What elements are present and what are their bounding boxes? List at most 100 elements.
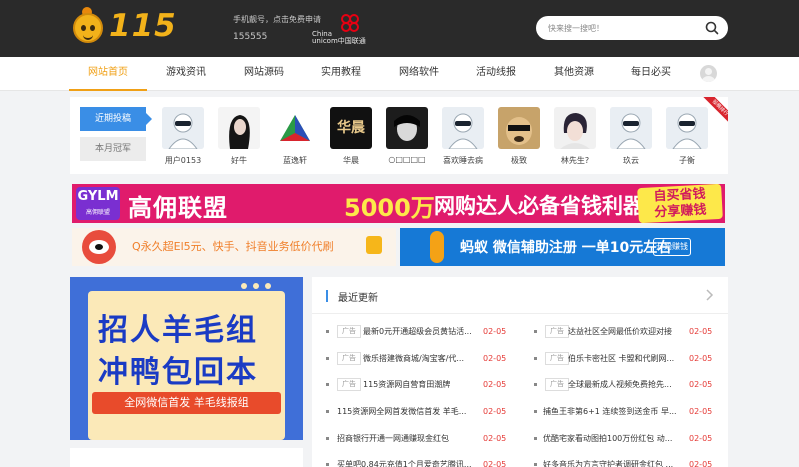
nav-item-daily-buy[interactable]: 每日必买: [612, 57, 690, 91]
item-date: 02-05: [483, 407, 507, 416]
qq-penguin-icon: [82, 230, 116, 264]
search-input[interactable]: [548, 20, 698, 36]
list-item[interactable]: 广告 伯乐卡密社区 卡盟和代刷网... 02-05: [534, 352, 724, 366]
item-title[interactable]: 好多音乐为方言守护者调研金红包 ...: [543, 458, 686, 467]
nav-item-game-news[interactable]: 游戏资讯: [147, 57, 225, 91]
start-earning-button[interactable]: 开始赚钱: [653, 238, 691, 256]
contributors-panel: 近期投稿 本月冠军 用户0153 好牛 蓝逸轩 华晨 华晨 ○□□□□ 喜欢睡去…: [70, 97, 728, 174]
ad-tag: 广告: [337, 325, 361, 338]
ant-ad-text: 蚂蚁 微信辅助注册 一单10元左右: [460, 240, 672, 256]
item-date: 02-05: [689, 407, 713, 416]
member-name: 子衡: [679, 156, 695, 165]
item-title[interactable]: 捕鱼王非第6+1 连续签到送金币 早...: [543, 405, 686, 418]
list-item[interactable]: 115资源网全网首发微信首发 羊毛... 02-05: [326, 405, 526, 419]
nav-item-home[interactable]: 网站首页: [69, 57, 147, 91]
ad-tag: 广告: [545, 352, 569, 365]
poster-headline-2: 冲鸭包回本: [98, 355, 258, 390]
member-item[interactable]: 好牛: [215, 107, 263, 171]
nav-item-activities[interactable]: 活动线报: [457, 57, 535, 91]
item-title[interactable]: 招商银行开通一网通赚现金红包: [337, 432, 481, 445]
list-item[interactable]: 广告 115资源网自营育田潮牌 02-05: [326, 378, 526, 392]
poster-cta-bar: 全网微信首发 羊毛线报组: [92, 392, 281, 414]
member-item[interactable]: 林先生?: [551, 107, 599, 171]
list-item[interactable]: 捕鱼王非第6+1 连续签到送金币 早... 02-05: [534, 405, 724, 419]
top-header: 115 手机靓号，点击免费申请 155555 China unicom中国联通: [0, 0, 799, 57]
list-item[interactable]: 优酷宅家看动图拍100万份红包 动... 02-05: [534, 432, 724, 446]
logo-text: 115: [109, 8, 177, 44]
latest-title: 最近更新: [338, 293, 378, 304]
nav-item-software[interactable]: 网络软件: [380, 57, 458, 91]
item-title[interactable]: 115资源网自营育田潮牌: [363, 378, 481, 391]
list-item[interactable]: 广告 全球最新成人视频免费抢先... 02-05: [534, 378, 724, 392]
list-item[interactable]: 好多音乐为方言守护者调研金红包 ... 02-05: [534, 458, 724, 467]
default-avatar-icon: [442, 107, 484, 149]
member-name: 蓝逸轩: [283, 156, 307, 165]
member-name: 玖云: [623, 156, 639, 165]
bullet-dot: [326, 383, 329, 386]
nav-item-tutorials[interactable]: 实用教程: [302, 57, 380, 91]
member-name: 林先生?: [560, 156, 590, 165]
item-date: 02-05: [689, 327, 713, 336]
search-icon[interactable]: [704, 20, 720, 36]
ad-tag: 广告: [337, 352, 361, 365]
item-title[interactable]: 最新0元开通超级会员黄钻活...: [363, 325, 481, 338]
ad-tag: 广告: [545, 378, 569, 391]
item-date: 02-05: [689, 354, 713, 363]
nav-item-other[interactable]: 其他资源: [535, 57, 613, 91]
bullet-dot: [534, 410, 537, 413]
main-nav: 网站首页 游戏资讯 网站源码 实用教程 网络软件 活动线报 其他资源 每日必买: [0, 57, 799, 91]
chevron-right-icon[interactable]: [704, 289, 714, 301]
item-title[interactable]: 115资源网全网首发微信首发 羊毛...: [337, 405, 481, 418]
qq-service-ad-banner[interactable]: Q永久超El5元、快手、抖音业务低价代刷: [72, 228, 396, 266]
item-title[interactable]: 全球最新成人视频免费抢先...: [568, 378, 686, 391]
member-item[interactable]: 蓝逸轩: [271, 107, 319, 171]
item-title[interactable]: 伯乐卡密社区 卡盟和代刷网...: [568, 352, 686, 365]
site-logo[interactable]: 115: [73, 4, 176, 46]
unicom-logo[interactable]: China unicom中国联通: [312, 13, 372, 45]
list-item[interactable]: 广告 达益社区全网最低价欢迎对接 02-05: [534, 325, 724, 339]
ant-wechat-ad-banner[interactable]: 蚂蚁 微信辅助注册 一单10元左右 开始赚钱: [400, 228, 725, 266]
unicom-knot-icon: [341, 14, 359, 32]
gylm-ad-banner[interactable]: GYLM 高佣联盟 高佣联盟 5000万 网购达人必备省钱利器 自买省钱 分享赚…: [72, 184, 725, 223]
tab-recent-contributions[interactable]: 近期投稿: [80, 107, 152, 131]
ant-mascot-icon: [430, 231, 444, 263]
item-title[interactable]: 达益社区全网最低价欢迎对接: [568, 325, 686, 338]
gylm-logo-mark: GYLM: [77, 189, 119, 204]
bullet-dot: [326, 330, 329, 333]
list-item[interactable]: 买单吧0.84元充值1个月爱奇艺腾讯... 02-05: [326, 458, 526, 467]
item-title[interactable]: 买单吧0.84元充值1个月爱奇艺腾讯...: [337, 458, 481, 467]
bullet-dot: [534, 463, 537, 466]
bullet-dot: [326, 410, 329, 413]
member-item[interactable]: 极致: [495, 107, 543, 171]
member-photo: [554, 107, 596, 149]
item-title[interactable]: 微乐搭建微商城/淘宝客/代...: [363, 352, 481, 365]
nav-item-site-source[interactable]: 网站源码: [225, 57, 303, 91]
member-item[interactable]: ○□□□□: [383, 107, 431, 171]
phone-number-sample[interactable]: 155555: [233, 32, 267, 42]
tab-month-champion[interactable]: 本月冠军: [80, 137, 146, 161]
list-item[interactable]: 广告 微乐搭建微商城/淘宝客/代... 02-05: [326, 352, 526, 366]
item-date: 02-05: [689, 380, 713, 389]
ranking-ribbon: 投稿排行: [698, 97, 728, 127]
phone-number-promo[interactable]: 手机靓号，点击免费申请: [233, 14, 321, 25]
list-item[interactable]: 招商银行开通一网通赚现金红包 02-05: [326, 432, 526, 446]
poster-headline-1: 招人羊毛组: [98, 313, 258, 348]
default-avatar-icon: [162, 107, 204, 149]
triangle-logo-avatar: [274, 107, 316, 149]
member-item[interactable]: 玖云: [607, 107, 655, 171]
item-title[interactable]: 优酷宅家看动图拍100万份红包 动...: [543, 432, 686, 445]
member-photo: [386, 107, 428, 149]
member-item[interactable]: 喜欢睡去病: [439, 107, 487, 171]
doge-avatar: [498, 107, 540, 149]
recruit-poster[interactable]: 招人羊毛组 冲鸭包回本 全网微信首发 羊毛线报组: [70, 277, 303, 440]
list-item[interactable]: 广告 最新0元开通超级会员黄钻活... 02-05: [326, 325, 526, 339]
ad-tag: 广告: [545, 325, 569, 338]
member-item[interactable]: 用户0153: [159, 107, 207, 171]
member-item[interactable]: 华晨 华晨: [327, 107, 375, 171]
latest-updates-panel: 最近更新 广告 最新0元开通超级会员黄钻活... 02-05 广告 微乐搭建微商…: [312, 277, 728, 467]
avatar-calligraphy-text: 华晨: [337, 120, 365, 136]
user-avatar-icon[interactable]: [700, 65, 717, 82]
item-date: 02-05: [689, 434, 713, 443]
item-date: 02-05: [483, 354, 507, 363]
item-date: 02-05: [483, 434, 507, 443]
